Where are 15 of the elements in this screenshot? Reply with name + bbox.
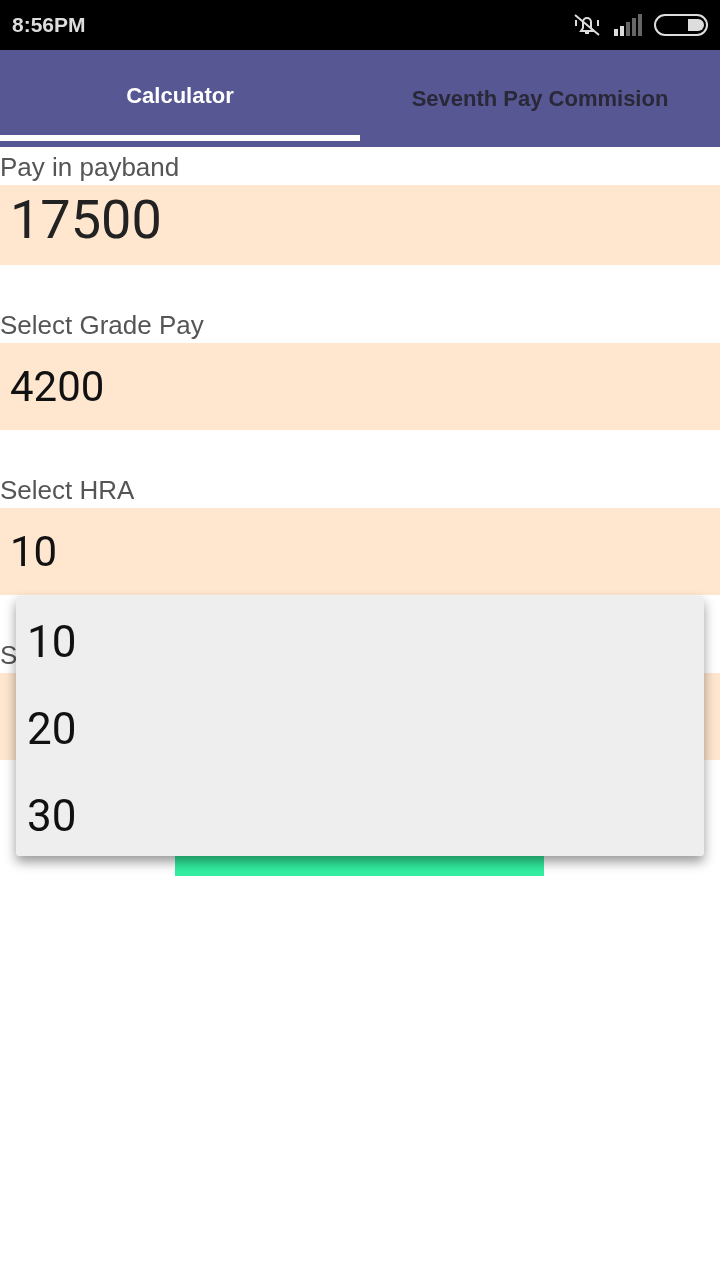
dropdown-option[interactable]: 20 xyxy=(16,683,77,770)
dropdown-option[interactable]: 10 xyxy=(16,596,77,683)
select-field[interactable]: 4200 xyxy=(0,343,720,430)
field-label: Select Grade Pay xyxy=(0,309,204,342)
signal-icon xyxy=(614,14,642,36)
input-field[interactable]: 17500 xyxy=(0,185,720,265)
muted-bell-icon xyxy=(572,12,602,38)
field-label: S xyxy=(0,639,18,672)
field-label: Select HRA xyxy=(0,474,135,507)
dropdown-option[interactable]: 30 xyxy=(16,770,77,857)
select-field[interactable]: 10 xyxy=(0,508,720,595)
field-label: Pay in payband xyxy=(0,151,180,184)
tab[interactable]: Calculator xyxy=(0,50,360,141)
clock: 8:56PM xyxy=(12,13,86,37)
battery-icon xyxy=(654,14,708,36)
